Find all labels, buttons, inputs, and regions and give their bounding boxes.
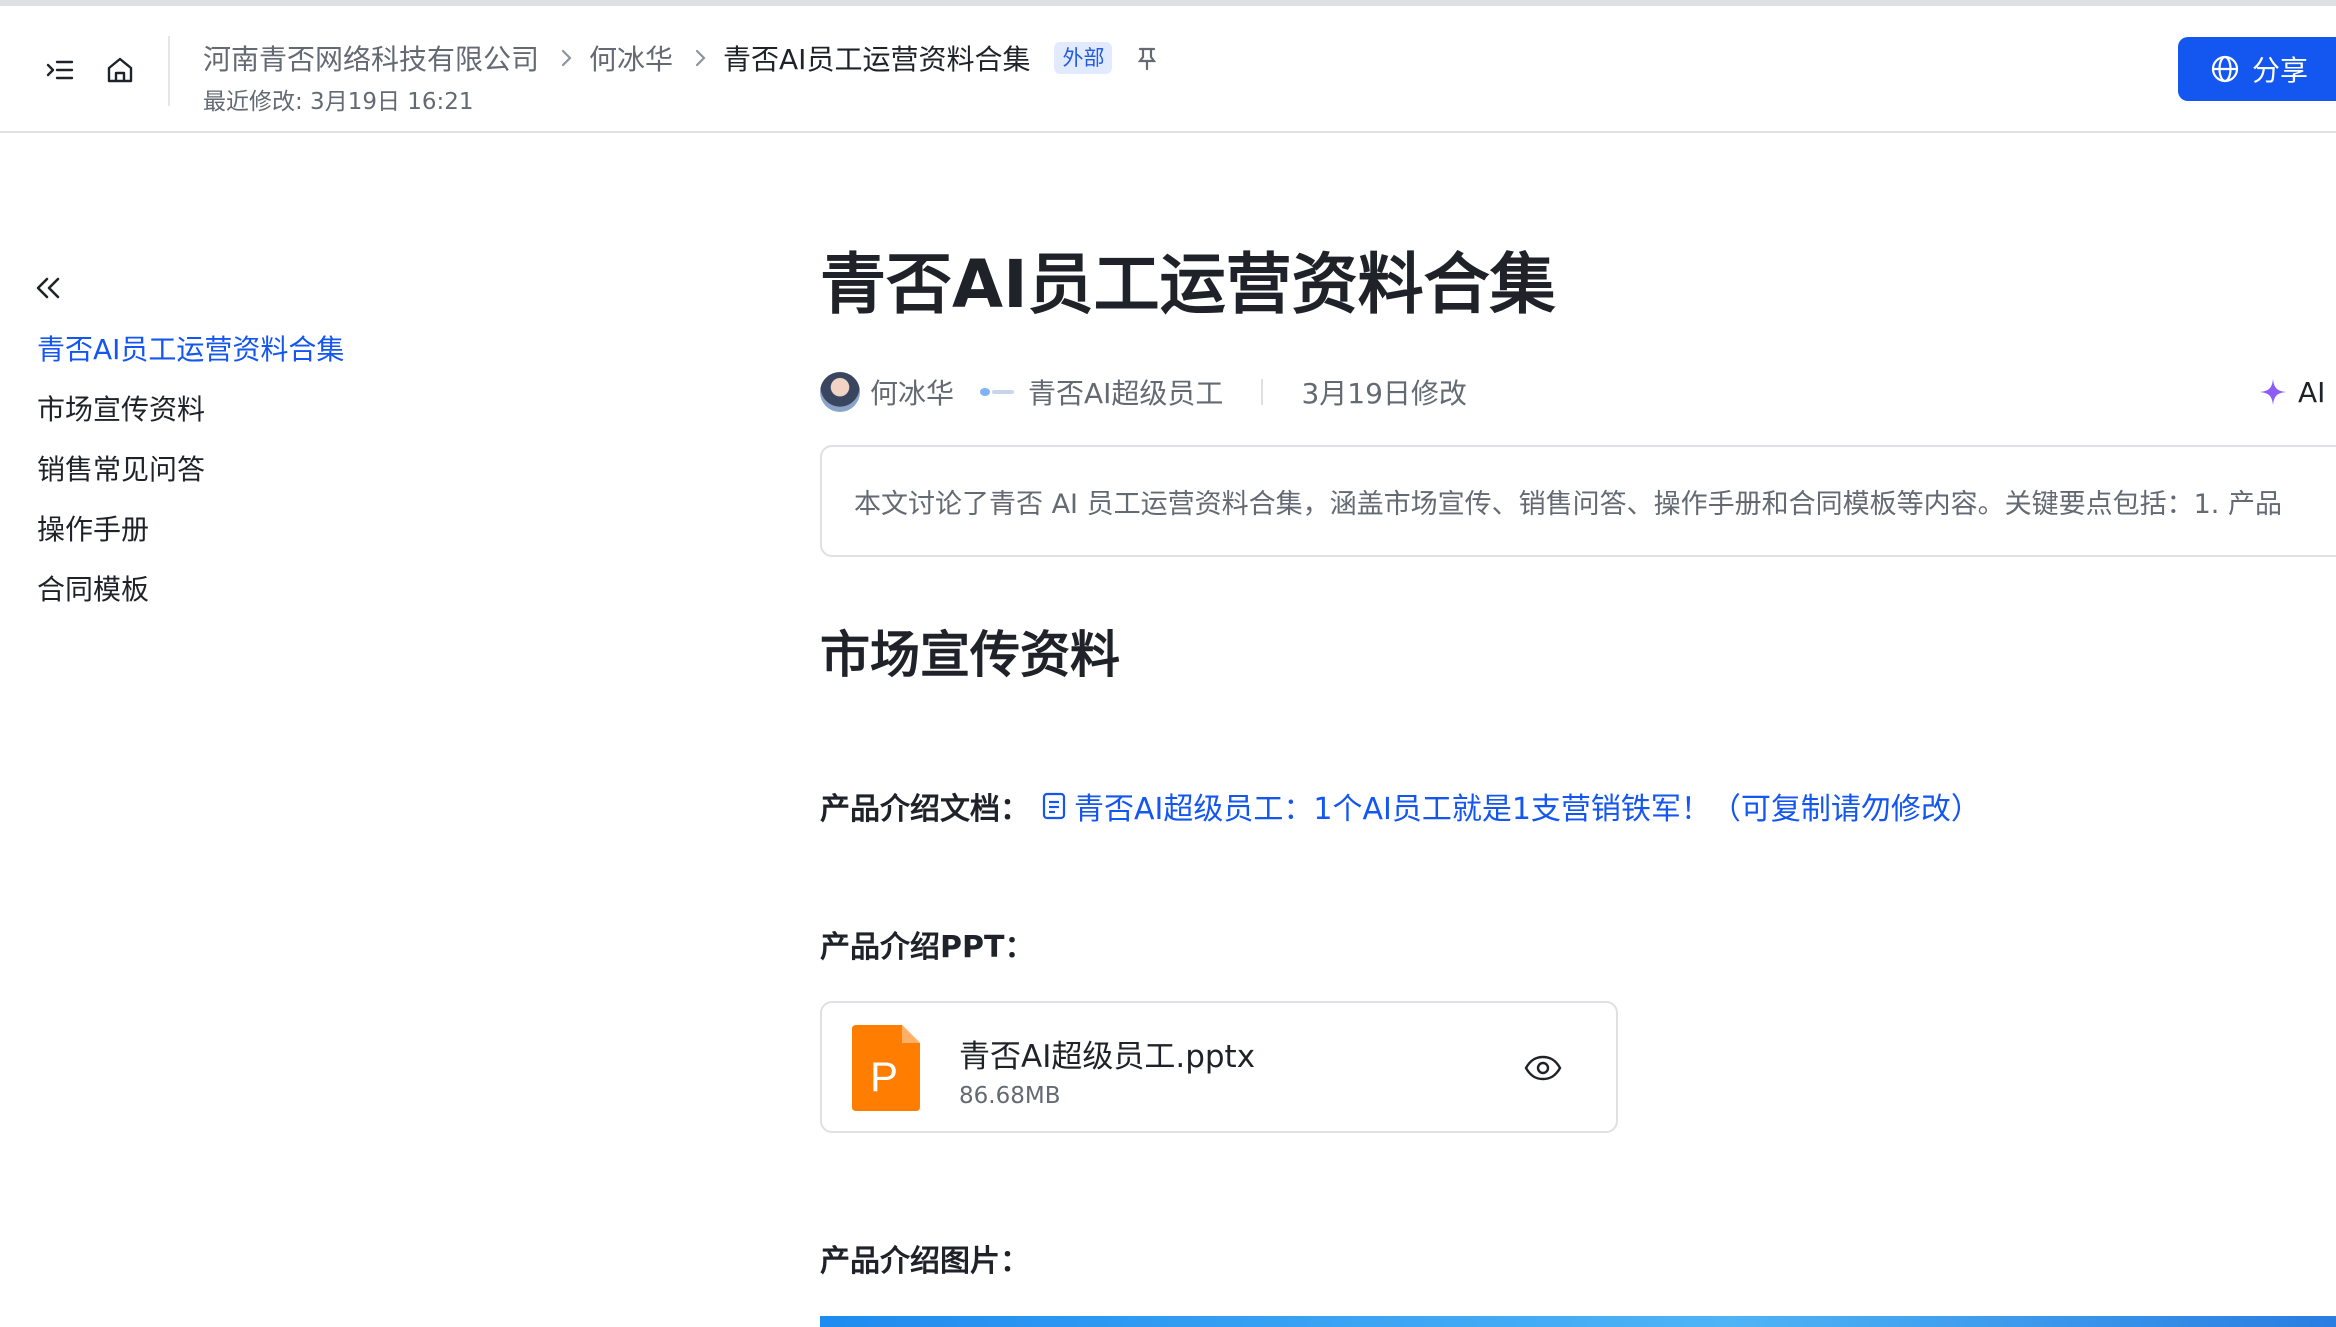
- chevron-right-icon: [559, 47, 575, 69]
- intro-doc-row: 产品介绍文档： 青否AI超级员工：1个AI员工就是1支营销铁军！（可复制请勿修改…: [820, 784, 1981, 828]
- image-row: 产品介绍图片：: [820, 1236, 1030, 1280]
- outline-item-contract[interactable]: 合同模板: [37, 560, 344, 620]
- org-name[interactable]: 青否AI超级员工: [1028, 372, 1223, 412]
- ai-assistant-button[interactable]: AI: [2258, 368, 2325, 416]
- svg-text:P: P: [870, 1053, 898, 1100]
- file-name: 青否AI超级员工.pptx: [959, 1039, 1256, 1075]
- intro-doc-link[interactable]: 青否AI超级员工：1个AI员工就是1支营销铁军！（可复制请勿修改）: [1040, 784, 1981, 828]
- preview-eye-icon[interactable]: [1522, 1047, 1564, 1089]
- chevron-right-icon: [693, 47, 709, 69]
- product-image[interactable]: [820, 1316, 2336, 1327]
- outline-item-sales-faq[interactable]: 销售常见问答: [37, 440, 344, 500]
- author-name[interactable]: 何冰华: [870, 372, 954, 412]
- doc-meta: 何冰华 青否AI超级员工 3月19日修改 AI: [820, 368, 2336, 416]
- summary-text: 本文讨论了青否 AI 员工运营资料合集，涵盖市场宣传、销售问答、操作手册和合同模…: [854, 488, 2282, 520]
- breadcrumb-owner[interactable]: 何冰华: [589, 38, 673, 78]
- ppt-label: 产品介绍PPT：: [820, 930, 1035, 965]
- ai-summary-box[interactable]: 本文讨论了青否 AI 员工运营资料合集，涵盖市场宣传、销售问答、操作手册和合同模…: [820, 445, 2336, 557]
- ai-label: AI: [2298, 375, 2326, 409]
- section-heading-marketing: 市场宣传资料: [820, 626, 1120, 684]
- modified-date: 3月19日修改: [1301, 377, 1467, 410]
- outline-list: 青否AI员工运营资料合集 市场宣传资料 销售常见问答 操作手册 合同模板: [37, 320, 344, 620]
- collapse-outline-icon[interactable]: [28, 268, 68, 308]
- avatar[interactable]: [820, 372, 860, 412]
- intro-doc-label: 产品介绍文档：: [820, 792, 1030, 827]
- meta-divider: [1261, 379, 1264, 405]
- last-modified-text: 最近修改: 3月19日 16:21: [203, 89, 474, 115]
- file-size: 86.68MB: [959, 1083, 1061, 1109]
- page-title: 青否AI员工运营资料合集: [820, 246, 1556, 323]
- header-divider: [168, 36, 170, 106]
- document-body: 青否AI员工运营资料合集 何冰华 青否AI超级员工 3月19日修改 AI 本文讨…: [820, 0, 2336, 1327]
- outline-item-marketing[interactable]: 市场宣传资料: [37, 380, 344, 440]
- org-logo-icon: [978, 385, 1016, 399]
- breadcrumb-org[interactable]: 河南青否网络科技有限公司: [203, 38, 539, 78]
- outline-item-title[interactable]: 青否AI员工运营资料合集: [37, 320, 344, 380]
- image-label: 产品介绍图片：: [820, 1244, 1030, 1279]
- sparkle-icon: [2260, 379, 2286, 405]
- attachment-card[interactable]: P 青否AI超级员工.pptx 86.68MB: [820, 1001, 1618, 1133]
- pptx-file-icon: P: [852, 1025, 920, 1111]
- ppt-row: 产品介绍PPT：: [820, 922, 1034, 966]
- document-icon: [1042, 792, 1066, 820]
- toggle-catalog-icon[interactable]: [36, 46, 84, 94]
- outline-item-manual[interactable]: 操作手册: [37, 500, 344, 560]
- home-icon[interactable]: [96, 46, 144, 94]
- doc-app: 河南青否网络科技有限公司 何冰华 青否AI员工运营资料合集 外部 最近修改: 3…: [0, 0, 2336, 1327]
- intro-doc-link-text: 青否AI超级员工：1个AI员工就是1支营销铁军！（可复制请勿修改）: [1074, 792, 1981, 827]
